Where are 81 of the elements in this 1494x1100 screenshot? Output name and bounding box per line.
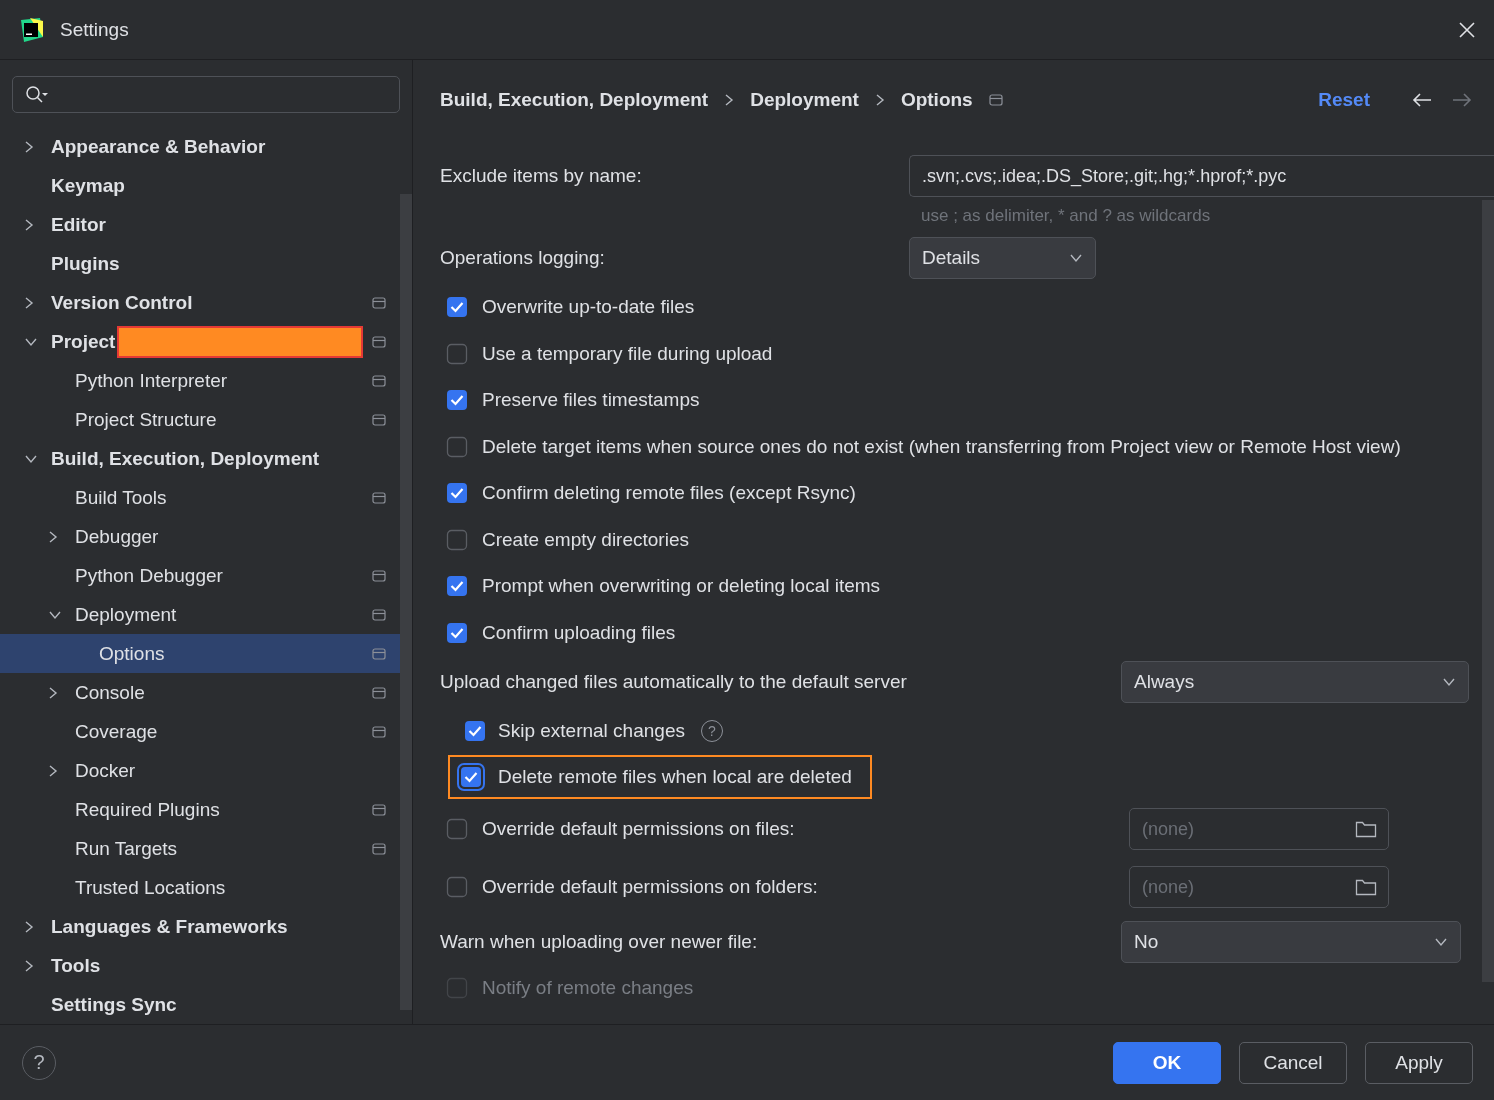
search-icon [25,84,49,105]
checkbox-label: Override default permissions on files: [482,818,796,840]
tree-item[interactable]: Settings Sync [0,985,400,1024]
dialog-button[interactable]: Cancel [1239,1041,1347,1084]
checkbox-label: Skip external changes [498,720,685,742]
tree-item[interactable]: Options [0,634,400,673]
close-icon [1458,20,1476,39]
tree-item[interactable]: Version Control [0,283,400,322]
checkbox-label: Create empty directories [482,528,689,551]
hint-text: use ; as delimiter, * and ? as wildcards [921,205,1212,227]
tree-item[interactable]: Coverage [0,712,400,751]
checkbox[interactable] [446,876,468,898]
checkbox[interactable] [446,621,468,644]
checkbox[interactable] [446,435,468,458]
tree-item[interactable]: Editor [0,205,400,244]
tree-item[interactable]: Required Plugins [0,790,400,829]
checkbox-label: Delete target items when source ones do not exist (when transferring from Project view or Remote Host view) [482,435,1401,458]
text-field[interactable]: .svn;.cvs;.idea;.DS_Store;.git;.hg;*.hprof;*.pyc [909,155,1494,197]
checkbox-label: Prompt when overwriting or deleting local items [482,575,881,598]
tree-item[interactable]: Keymap [0,166,400,205]
chevron-down-icon [1069,253,1083,263]
tree-item[interactable]: Project Structure [0,400,400,439]
search-field[interactable] [12,76,400,113]
field-label: Exclude items by name: [440,165,643,187]
checkbox[interactable] [456,762,486,792]
checkbox[interactable] [446,575,468,598]
checkbox[interactable] [464,720,486,742]
tree-item[interactable]: Deployment [0,595,400,634]
breadcrumb-item[interactable]: Options [900,89,973,111]
window-title: Settings [60,18,130,41]
checkbox-label: Delete remote files when local are deleted [498,766,852,788]
checkbox-label: Overwrite up-to-date files [482,296,695,319]
field-label: Warn when uploading over newer file: [440,931,759,953]
app-logo-icon [18,16,44,43]
window-icon [988,94,1003,106]
checkbox[interactable] [446,296,468,319]
dropdown[interactable]: No [1121,921,1461,963]
tree-item[interactable]: Console [0,673,400,712]
tree-item[interactable]: Build Tools [0,478,400,517]
checkbox-label: Notify of remote changes [482,977,694,999]
chevron-right-icon [724,93,735,107]
arrow-right-icon [1452,92,1472,108]
field-label: Upload changed files automatically to the default server [440,671,908,693]
tree-item[interactable]: Languages & Frameworks [0,907,400,946]
scrollbar[interactable] [400,194,412,1010]
tree-item[interactable]: Appearance & Behavior [0,127,400,166]
checkbox-label: Confirm deleting remote files (except Rsync) [482,482,856,505]
checkbox[interactable] [446,977,468,999]
tree-item[interactable]: Plugins [0,244,400,283]
folder-icon [1355,878,1377,896]
tree-item[interactable]: Python Debugger [0,556,400,595]
checkbox[interactable] [446,342,468,365]
dropdown[interactable]: Details [909,237,1096,279]
chevron-down-icon [1442,677,1456,687]
dialog-button[interactable]: OK [1113,1041,1221,1084]
checkbox-label: Preserve files timestamps [482,389,700,412]
checkbox-label: Override default permissions on folders: [482,876,819,898]
checkbox[interactable] [446,818,468,840]
checkbox-label: Confirm uploading files [482,621,676,644]
folder-icon [1355,820,1377,838]
tree-item[interactable]: Build, Execution, Deployment [0,439,400,478]
chevron-right-icon [874,93,885,107]
breadcrumb-item[interactable]: Deployment [750,89,859,111]
checkbox[interactable] [446,389,468,412]
dropdown[interactable]: Always [1121,661,1469,703]
field-label: Operations logging: [440,247,606,269]
tree-item[interactable]: Tools [0,946,400,985]
tree-item[interactable]: Python Interpreter [0,361,400,400]
tree-item[interactable]: Debugger [0,517,400,556]
tree-item[interactable]: Trusted Locations [0,868,400,907]
checkbox-label: Use a temporary file during upload [482,342,773,365]
arrow-left-icon [1412,92,1432,108]
breadcrumb-item[interactable]: Build, Execution, Deployment [440,89,709,111]
chevron-down-icon [1434,937,1448,947]
checkbox[interactable] [446,528,468,551]
tree-item[interactable]: Project [0,322,400,361]
tree-item[interactable]: Run Targets [0,829,400,868]
reset-link[interactable]: Reset [1318,89,1370,111]
dialog-button[interactable]: Apply [1365,1041,1473,1084]
checkbox[interactable] [446,482,468,505]
tree-item[interactable]: Docker [0,751,400,790]
